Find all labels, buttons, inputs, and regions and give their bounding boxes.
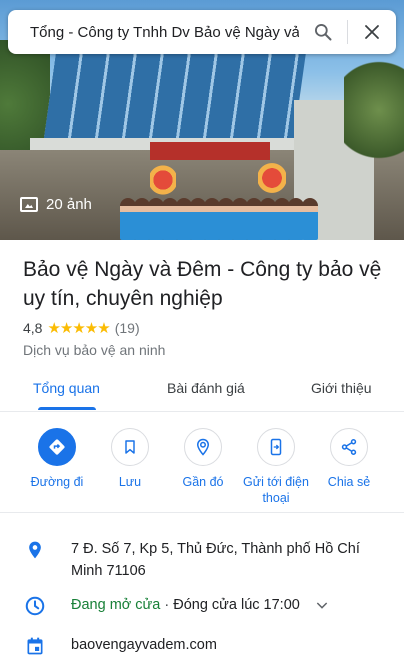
address-row[interactable]: 7 Đ. Số 7, Kp 5, Thủ Đức, Thành phố Hồ C… <box>71 538 381 582</box>
share-label: Chia sẻ <box>327 475 371 489</box>
hours-row[interactable]: Đang mở cửa · Đóng cửa lúc 17:00 <box>71 594 330 616</box>
close-button[interactable] <box>348 10 396 54</box>
review-count: (19) <box>114 320 140 336</box>
bookmark-icon <box>125 440 135 454</box>
place-category[interactable]: Dịch vụ bảo vệ an ninh <box>23 342 165 358</box>
send-to-phone-label: Gửi tới điện thoại <box>243 475 309 505</box>
save-circle <box>111 428 149 466</box>
send-to-phone-button[interactable]: Gửi tới điện thoại <box>238 426 314 506</box>
directions-label: Đường đi <box>30 475 84 489</box>
tab-reviews[interactable]: Bài đánh giá <box>167 380 245 396</box>
photo-count-label: 20 ảnh <box>46 196 92 213</box>
location-pin-icon <box>24 539 46 561</box>
nearby-button[interactable]: Gần đó <box>165 426 241 490</box>
tab-overview[interactable]: Tổng quan <box>33 380 100 396</box>
place-title: Bảo vệ Ngày và Đêm - Công ty bảo vệ uy t… <box>23 258 382 310</box>
photo-count-button[interactable]: 20 ảnh <box>20 196 92 213</box>
tab-about[interactable]: Giới thiệu <box>311 380 372 396</box>
clock-icon <box>24 595 46 617</box>
close-icon <box>365 25 379 39</box>
photo-group-of-guards <box>120 190 320 240</box>
send-to-phone-icon <box>270 438 282 456</box>
nearby-circle <box>184 428 222 466</box>
save-button[interactable]: Lưu <box>92 426 168 490</box>
directions-button[interactable]: Đường đi <box>19 426 95 490</box>
rating-row[interactable]: 4,8 ★★★★★ (19) <box>23 319 140 337</box>
rating-value: 4,8 <box>23 320 43 336</box>
photo-building-glass <box>43 50 307 140</box>
star-rating-icon: ★★★★★ <box>47 320 110 337</box>
nearby-label: Gần đó <box>182 475 224 489</box>
search-button[interactable] <box>299 10 347 54</box>
closing-time: Đóng cửa lúc 17:00 <box>173 597 300 613</box>
photo-tree-right <box>344 50 404 170</box>
photo-library-icon <box>20 197 38 212</box>
status-separator: · <box>160 597 174 613</box>
directions-circle <box>38 428 76 466</box>
send-to-phone-circle <box>257 428 295 466</box>
search-bar: Tổng - Công ty Tnhh Dv Bảo vệ Ngày vả <box>8 10 396 54</box>
chevron-down-icon[interactable] <box>314 597 330 613</box>
directions-icon <box>49 439 65 455</box>
share-circle <box>330 428 368 466</box>
action-buttons: Đường đi Lưu Gần đó Gửi tới điện thoại C… <box>0 426 404 508</box>
save-label: Lưu <box>118 475 142 489</box>
section-divider <box>0 512 404 513</box>
search-input[interactable]: Tổng - Công ty Tnhh Dv Bảo vệ Ngày vả <box>8 24 299 41</box>
share-button[interactable]: Chia sẻ <box>311 426 387 490</box>
active-tab-indicator <box>38 407 96 410</box>
photo-banner <box>150 142 270 160</box>
tab-bar: Tổng quan Bài đánh giá Giới thiệu <box>0 370 404 412</box>
open-status: Đang mở cửa <box>71 597 161 613</box>
search-icon <box>315 24 332 41</box>
calendar-icon <box>24 635 46 657</box>
website-link[interactable]: baovengayvadem.com <box>71 634 217 656</box>
nearby-icon <box>196 438 210 456</box>
share-icon <box>341 439 357 455</box>
